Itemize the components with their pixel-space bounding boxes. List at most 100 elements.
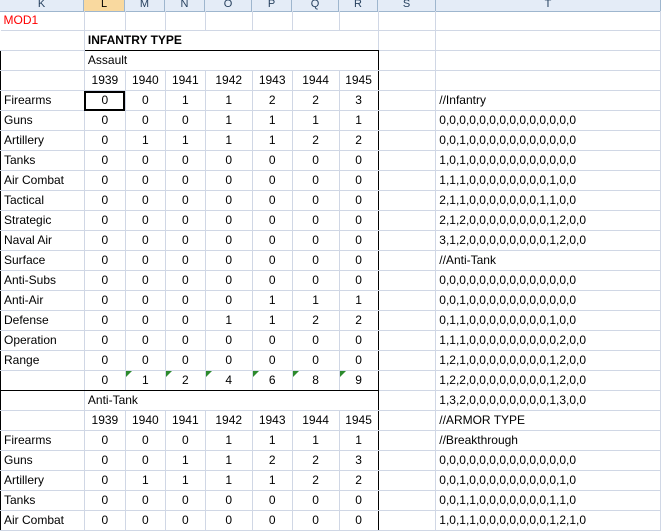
value-cell[interactable]: 0 — [339, 230, 379, 251]
value-cell[interactable]: 0 — [165, 270, 206, 291]
row-label[interactable]: Firearms — [0, 90, 85, 111]
empty-cell[interactable] — [378, 190, 437, 211]
row-label[interactable]: Guns — [0, 110, 85, 131]
value-cell[interactable]: 3 — [339, 450, 379, 471]
total-cell[interactable]: 2 — [165, 370, 206, 391]
value-cell[interactable]: 0 — [205, 250, 253, 271]
total-cell[interactable]: 9 — [339, 370, 379, 391]
value-cell[interactable]: 1 — [125, 130, 166, 151]
value-cell[interactable]: 0 — [84, 130, 126, 151]
note-cell[interactable]: 1,1,1,0,0,0,0,0,0,0,0,1,0,0 — [435, 170, 661, 191]
value-cell[interactable]: 0 — [125, 290, 166, 311]
column-header-k[interactable]: K — [0, 0, 84, 11]
value-cell[interactable]: 0 — [84, 350, 126, 371]
mod-label[interactable]: MOD1 — [0, 11, 85, 31]
year-header[interactable]: 1942 — [205, 410, 253, 431]
value-cell[interactable]: 0 — [84, 210, 126, 231]
value-cell[interactable]: 0 — [252, 270, 293, 291]
value-cell[interactable]: 1 — [252, 470, 293, 491]
empty-cell[interactable] — [378, 270, 437, 291]
value-cell[interactable]: 0 — [205, 510, 253, 531]
value-cell[interactable]: 0 — [252, 210, 293, 231]
value-cell[interactable]: 0 — [125, 430, 166, 451]
value-cell[interactable]: 0 — [292, 150, 340, 171]
value-cell[interactable]: 0 — [252, 170, 293, 191]
value-cell[interactable]: 0 — [292, 270, 340, 291]
empty-cell[interactable] — [378, 30, 437, 51]
value-cell[interactable]: 0 — [84, 450, 126, 471]
empty-cell[interactable] — [378, 370, 437, 391]
value-cell[interactable]: 1 — [292, 430, 340, 451]
value-cell[interactable]: 0 — [84, 490, 126, 511]
value-cell[interactable]: 0 — [165, 190, 206, 211]
value-cell[interactable]: 0 — [165, 490, 206, 511]
note-cell[interactable]: //ARMOR TYPE — [435, 410, 661, 431]
empty-cell[interactable] — [378, 170, 437, 191]
column-header-n[interactable]: N — [165, 0, 205, 11]
column-header-o[interactable]: O — [205, 0, 252, 11]
note-cell[interactable]: 1,3,2,0,0,0,0,0,0,0,0,1,3,0,0 — [435, 390, 661, 411]
value-cell[interactable]: 2 — [292, 130, 340, 151]
column-header-t[interactable]: T — [436, 0, 661, 11]
value-cell[interactable]: 0 — [84, 430, 126, 451]
value-cell[interactable]: 0 — [252, 330, 293, 351]
value-cell[interactable]: 1 — [205, 450, 253, 471]
value-cell[interactable]: 0 — [205, 290, 253, 311]
value-cell[interactable]: 1 — [205, 470, 253, 491]
note-cell[interactable] — [435, 11, 661, 31]
empty-cell[interactable] — [165, 11, 206, 31]
value-cell[interactable]: 0 — [84, 170, 126, 191]
value-cell[interactable]: 0 — [165, 210, 206, 231]
column-header-m[interactable]: M — [125, 0, 165, 11]
empty-cell[interactable] — [292, 11, 340, 31]
empty-cell[interactable] — [0, 410, 85, 431]
year-header[interactable]: 1942 — [205, 70, 253, 91]
value-cell[interactable]: 0 — [205, 270, 253, 291]
value-cell[interactable]: 1 — [339, 110, 379, 131]
empty-cell[interactable] — [339, 11, 379, 31]
note-cell[interactable]: 0,0,1,0,0,0,0,0,0,0,0,0,1,0 — [435, 470, 661, 491]
value-cell[interactable]: 1 — [292, 290, 340, 311]
empty-cell[interactable] — [378, 90, 437, 111]
value-cell[interactable]: 0 — [252, 490, 293, 511]
note-cell[interactable]: 1,2,2,0,0,0,0,0,0,0,0,1,2,0,0 — [435, 370, 661, 391]
value-cell[interactable]: 0 — [125, 170, 166, 191]
value-cell[interactable]: 0 — [339, 150, 379, 171]
value-cell[interactable]: 0 — [165, 290, 206, 311]
value-cell[interactable]: 0 — [205, 230, 253, 251]
row-label[interactable]: Anti-Subs — [0, 270, 85, 291]
block-label[interactable]: Assault — [84, 50, 379, 71]
value-cell[interactable]: 0 — [84, 310, 126, 331]
value-cell[interactable]: 0 — [125, 210, 166, 231]
empty-cell[interactable] — [378, 470, 437, 491]
value-cell[interactable]: 0 — [84, 90, 126, 111]
value-cell[interactable]: 0 — [292, 210, 340, 231]
empty-cell[interactable] — [378, 330, 437, 351]
column-header-s[interactable]: S — [378, 0, 436, 11]
note-cell[interactable]: 3,1,2,0,0,0,0,0,0,0,0,1,2,0,0 — [435, 230, 661, 251]
value-cell[interactable]: 1 — [252, 310, 293, 331]
row-label[interactable]: Naval Air — [0, 230, 85, 251]
row-label[interactable]: Range — [0, 350, 85, 371]
empty-cell[interactable] — [252, 11, 293, 31]
value-cell[interactable]: 0 — [252, 510, 293, 531]
value-cell[interactable]: 2 — [339, 310, 379, 331]
value-cell[interactable]: 0 — [84, 330, 126, 351]
empty-cell[interactable] — [0, 70, 85, 91]
column-header-q[interactable]: Q — [292, 0, 339, 11]
empty-cell[interactable] — [378, 230, 437, 251]
value-cell[interactable]: 0 — [125, 250, 166, 271]
value-cell[interactable]: 2 — [252, 90, 293, 111]
value-cell[interactable]: 0 — [165, 430, 206, 451]
block-label[interactable]: Anti-Tank — [84, 390, 379, 411]
value-cell[interactable]: 0 — [292, 250, 340, 271]
value-cell[interactable]: 0 — [205, 350, 253, 371]
value-cell[interactable]: 0 — [252, 190, 293, 211]
value-cell[interactable]: 0 — [339, 250, 379, 271]
value-cell[interactable]: 0 — [339, 210, 379, 231]
value-cell[interactable]: 0 — [339, 350, 379, 371]
row-label[interactable]: Air Combat — [0, 170, 85, 191]
empty-cell[interactable] — [378, 50, 437, 71]
value-cell[interactable]: 0 — [205, 330, 253, 351]
value-cell[interactable]: 0 — [252, 250, 293, 271]
